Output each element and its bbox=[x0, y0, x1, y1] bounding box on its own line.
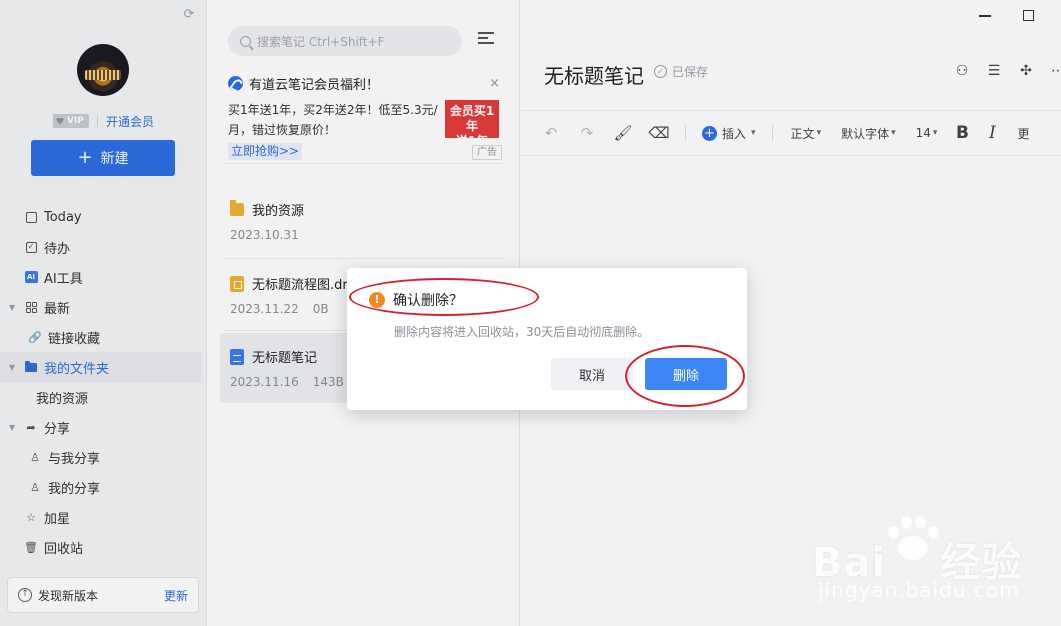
baidu-jingyan-watermark: Bai 经验 jingyan.baidu.com bbox=[812, 512, 1052, 612]
annotation-ellipse-delete bbox=[625, 345, 745, 407]
annotation-ellipse-title bbox=[349, 278, 539, 316]
cancel-button[interactable]: 取消 bbox=[551, 358, 633, 390]
dialog-message: 删除内容将进入回收站，30天后自动彻底删除。 bbox=[394, 325, 650, 339]
watermark-url: jingyan.baidu.com bbox=[818, 578, 1020, 602]
